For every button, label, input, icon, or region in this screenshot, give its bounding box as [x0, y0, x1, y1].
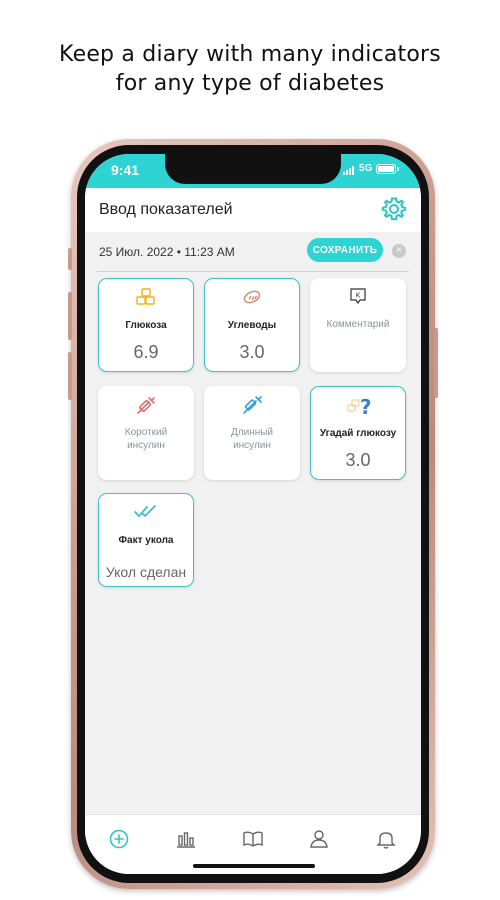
card-label: Комментарий	[326, 319, 390, 330]
card-short-insulin[interactable]: Короткий инсулин	[98, 386, 194, 480]
bell-icon[interactable]	[374, 827, 398, 851]
card-value: Укол сделан	[105, 564, 187, 580]
gear-icon[interactable]	[381, 196, 407, 222]
guess-question-icon: ?	[311, 395, 405, 419]
syringe-long-icon	[204, 394, 300, 416]
card-label: Короткий инсулин	[102, 426, 190, 452]
app-header: Ввод показателей	[85, 188, 421, 232]
status-time: 9:41	[111, 162, 140, 178]
battery-icon	[376, 164, 399, 174]
card-label: Длинный инсулин	[208, 426, 296, 452]
save-button[interactable]: СОХРАНИТЬ	[307, 238, 383, 262]
syringe-short-icon	[98, 394, 194, 416]
card-label: Глюкоза	[125, 320, 167, 331]
card-label-line-1: Короткий	[124, 427, 168, 438]
card-value: 3.0	[239, 342, 265, 362]
question-mark: ?	[360, 395, 371, 419]
add-icon[interactable]	[107, 827, 131, 851]
entry-datetime[interactable]: 25 Июл. 2022 • 11:23 AM	[99, 245, 235, 259]
card-label-line-1: Длинный	[230, 427, 273, 438]
comment-icon: K	[310, 286, 406, 308]
home-indicator[interactable]	[193, 864, 315, 868]
promo-line-2: for any type of diabetes	[115, 71, 385, 96]
book-icon[interactable]	[241, 827, 265, 851]
signal-icon	[343, 166, 354, 175]
close-icon[interactable]: ×	[392, 244, 406, 258]
network-type: 5G	[359, 163, 373, 174]
promo-headline: Keep a diary with many indicators for an…	[0, 40, 500, 98]
card-comment[interactable]: K Комментарий	[310, 278, 406, 372]
card-value: 3.0	[345, 450, 371, 470]
bread-icon	[205, 287, 299, 309]
card-label: Факт укола	[118, 535, 174, 546]
card-value: 6.9	[133, 342, 159, 362]
card-label: Угадай глюкозу	[319, 428, 397, 439]
card-label-line-2: инсулин	[233, 440, 271, 451]
promo-line-1: Keep a diary with many indicators	[59, 42, 441, 67]
phone-notch	[165, 154, 341, 184]
side-button-left-2	[68, 292, 72, 340]
card-injection-fact[interactable]: Факт укола Укол сделан	[98, 493, 194, 587]
card-carbs[interactable]: Углеводы 3.0	[204, 278, 300, 372]
side-button-right	[434, 328, 438, 398]
sugar-cubes-icon	[99, 287, 193, 309]
profile-icon[interactable]	[307, 827, 331, 851]
stats-icon[interactable]	[174, 827, 198, 851]
app-screen: 9:41 5G Ввод показателей 25 Июл. 2022 • …	[85, 154, 421, 874]
divider	[97, 271, 409, 272]
side-button-left-3	[68, 352, 72, 400]
entry-date-row: 25 Июл. 2022 • 11:23 AM СОХРАНИТЬ ×	[85, 232, 421, 270]
card-long-insulin[interactable]: Длинный инсулин	[204, 386, 300, 480]
card-label: Углеводы	[227, 320, 277, 331]
card-guess-glucose[interactable]: ? Угадай глюкозу 3.0	[310, 386, 406, 480]
card-label-line-2: инсулин	[127, 440, 165, 451]
card-glucose[interactable]: Глюкоза 6.9	[98, 278, 194, 372]
comment-icon-letter: K	[356, 292, 361, 300]
double-check-icon	[99, 502, 193, 524]
page-title: Ввод показателей	[99, 201, 233, 218]
side-button-left-1	[68, 248, 72, 270]
